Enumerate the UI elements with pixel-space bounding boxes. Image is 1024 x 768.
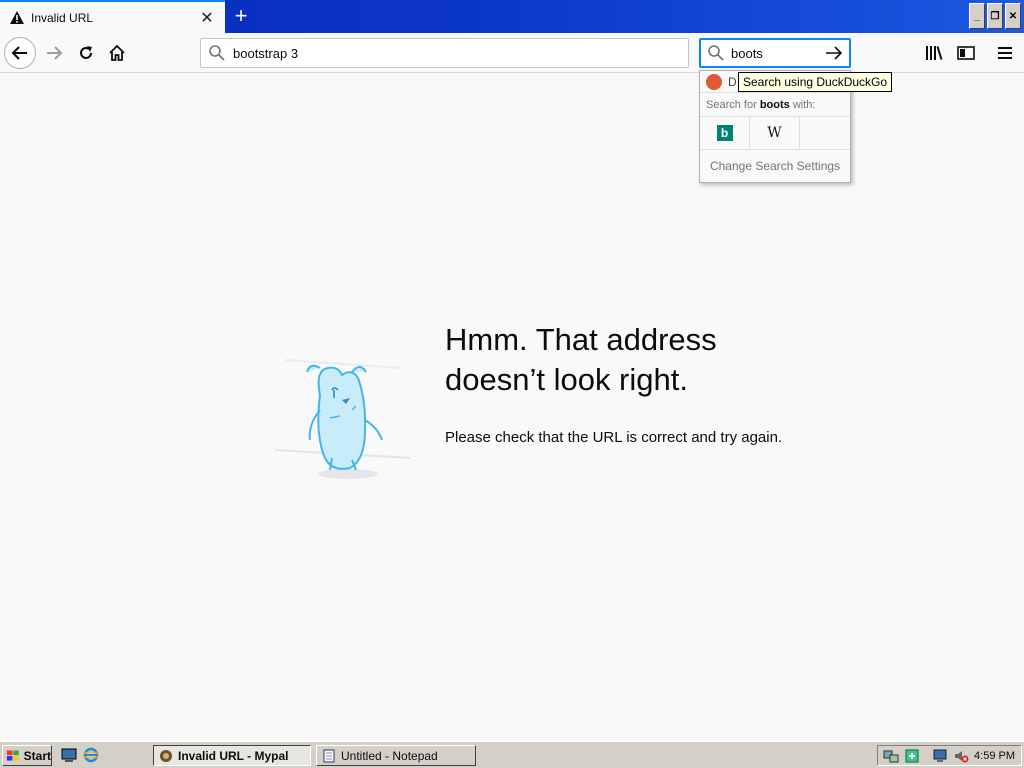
task-label: Invalid URL - Mypal xyxy=(178,748,289,763)
error-illustration xyxy=(274,359,411,479)
error-title: Hmm. That address doesn’t look right. xyxy=(445,320,805,400)
search-for-label: Search for boots with: xyxy=(700,93,850,117)
library-icon xyxy=(926,46,943,60)
sidebar-icon xyxy=(957,46,975,60)
menu-button[interactable] xyxy=(991,39,1019,67)
search-icon xyxy=(209,45,225,61)
computer-icon[interactable] xyxy=(932,748,948,764)
volume-muted-icon[interactable] xyxy=(953,748,969,764)
taskbar: Start Invalid URL - Mypal Untitled - Not… xyxy=(0,741,1024,768)
engine-slot-empty xyxy=(800,117,850,150)
url-input[interactable]: bootstrap 3 xyxy=(233,46,298,61)
one-off-engines: b W xyxy=(700,116,850,150)
bing-engine-button[interactable]: b xyxy=(700,116,750,150)
start-label: Start xyxy=(23,748,51,763)
arrow-left-icon xyxy=(11,46,27,60)
reload-button[interactable] xyxy=(72,39,100,67)
window-close-button[interactable]: ✕ xyxy=(1005,3,1021,29)
tab-close-button[interactable]: ✕ xyxy=(197,8,217,28)
home-icon xyxy=(109,44,125,61)
reload-icon xyxy=(80,46,92,59)
tab-title: Invalid URL xyxy=(31,10,94,25)
sidebar-button[interactable] xyxy=(952,39,980,67)
wikipedia-icon: W xyxy=(767,125,782,141)
home-button[interactable] xyxy=(103,39,131,67)
url-bar[interactable]: bootstrap 3 xyxy=(200,38,689,68)
back-button[interactable] xyxy=(4,37,36,69)
show-desktop-icon[interactable] xyxy=(61,747,77,763)
navigation-toolbar: bootstrap 3 boots xyxy=(0,33,1024,73)
change-search-settings-button[interactable]: Change Search Settings xyxy=(700,150,850,182)
error-title-line1: Hmm. That address xyxy=(445,322,717,357)
search-icon xyxy=(708,45,724,61)
search-input[interactable]: boots xyxy=(731,46,822,61)
error-message: Please check that the URL is correct and… xyxy=(445,429,783,446)
tooltip: Search using DuckDuckGo xyxy=(738,72,893,92)
bing-icon: b xyxy=(716,125,733,141)
notepad-icon xyxy=(323,749,335,762)
task-label: Untitled - Notepad xyxy=(341,748,438,763)
mypal-icon xyxy=(160,749,172,762)
search-term: boots xyxy=(759,99,790,111)
window-controls: _ ❐ ✕ xyxy=(969,3,1021,29)
task-notepad[interactable]: Untitled - Notepad xyxy=(316,745,476,766)
title-bar: Invalid URL ✕ + _ ❐ ✕ xyxy=(0,0,1024,33)
library-button[interactable] xyxy=(920,39,948,67)
search-bar[interactable]: boots xyxy=(699,38,851,68)
warning-icon xyxy=(10,10,24,24)
update-icon[interactable] xyxy=(904,748,920,764)
forward-button[interactable] xyxy=(40,39,68,67)
arrow-right-icon xyxy=(826,46,843,60)
tab-invalid-url[interactable]: Invalid URL ✕ xyxy=(0,0,225,33)
engine-label: D xyxy=(728,74,737,89)
hamburger-menu-icon xyxy=(998,47,1012,59)
windows-flag-icon xyxy=(6,750,19,761)
system-tray: 4:59 PM xyxy=(877,745,1022,766)
task-mypal[interactable]: Invalid URL - Mypal xyxy=(153,745,311,766)
new-tab-button[interactable]: + xyxy=(229,5,253,27)
arrow-right-icon xyxy=(47,46,63,60)
clock: 4:59 PM xyxy=(974,749,1015,762)
start-button[interactable]: Start xyxy=(2,745,52,766)
search-go-button[interactable] xyxy=(822,43,846,63)
restore-button[interactable]: ❐ xyxy=(987,3,1003,29)
internet-explorer-icon[interactable] xyxy=(83,747,99,763)
error-title-line2: doesn’t look right. xyxy=(445,362,688,397)
minimize-button[interactable]: _ xyxy=(969,3,985,29)
duckduckgo-icon xyxy=(706,73,722,90)
network-icon[interactable] xyxy=(883,748,899,764)
wikipedia-engine-button[interactable]: W xyxy=(750,116,800,150)
